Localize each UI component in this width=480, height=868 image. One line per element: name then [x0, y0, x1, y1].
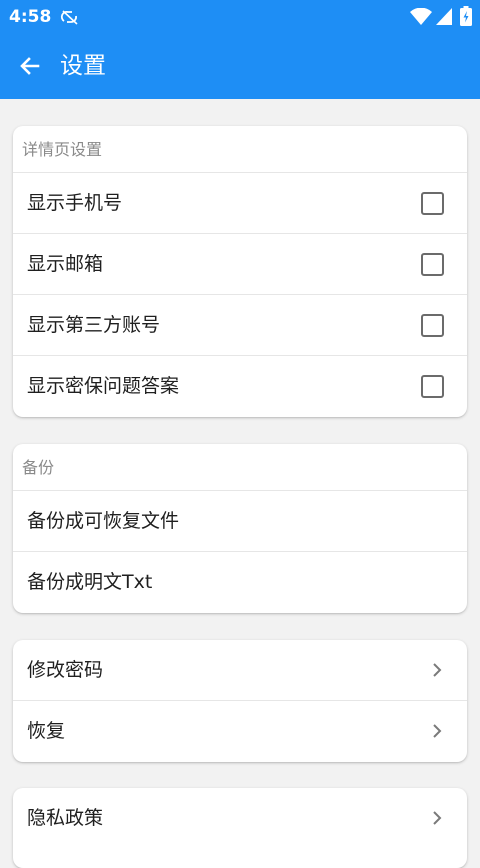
setting-row-show-phone[interactable]: 显示手机号 — [13, 173, 467, 234]
show-security-answer-checkbox[interactable] — [421, 375, 444, 398]
section-detail-settings: 详情页设置 显示手机号 显示邮箱 显示第三方账号 显示密保问题答案 — [13, 126, 467, 417]
arrow-left-icon — [20, 57, 40, 75]
section-header: 备份 — [13, 444, 467, 491]
battery-icon — [460, 6, 472, 26]
item-label: 备份成明文Txt — [27, 571, 153, 593]
setting-label: 显示邮箱 — [27, 253, 104, 275]
chevron-right-icon — [433, 663, 442, 677]
chevron-right-icon — [433, 811, 442, 825]
backup-plain-txt-item[interactable]: 备份成明文Txt — [13, 552, 467, 613]
show-email-checkbox[interactable] — [421, 253, 444, 276]
sync-off-icon — [60, 10, 78, 25]
top-bar: 4:58 设置 — [0, 0, 480, 99]
section-account: 修改密码 恢复 — [13, 640, 467, 762]
setting-label: 显示手机号 — [27, 192, 123, 214]
section-backup: 备份 备份成可恢复文件 备份成明文Txt — [13, 444, 467, 613]
show-phone-checkbox[interactable] — [421, 192, 444, 215]
change-password-item[interactable]: 修改密码 — [13, 640, 467, 701]
privacy-policy-item[interactable]: 隐私政策 — [13, 788, 467, 849]
item-label: 隐私政策 — [27, 807, 104, 829]
item-label: 备份成可恢复文件 — [27, 510, 180, 532]
setting-row-show-email[interactable]: 显示邮箱 — [13, 234, 467, 295]
wifi-icon — [410, 8, 432, 25]
section-about: 隐私政策 — [13, 788, 467, 868]
item-label: 恢复 — [27, 720, 66, 742]
status-time: 4:58 — [9, 7, 52, 27]
backup-restorable-file-item[interactable]: 备份成可恢复文件 — [13, 491, 467, 552]
chevron-right-icon — [433, 724, 442, 738]
setting-label: 显示密保问题答案 — [27, 375, 180, 397]
status-bar: 4:58 — [0, 0, 480, 34]
section-header: 详情页设置 — [13, 126, 467, 173]
restore-item[interactable]: 恢复 — [13, 701, 467, 762]
page-title: 设置 — [60, 53, 106, 79]
show-third-party-checkbox[interactable] — [421, 314, 444, 337]
setting-row-show-security-answer[interactable]: 显示密保问题答案 — [13, 356, 467, 417]
setting-label: 显示第三方账号 — [27, 314, 161, 336]
item-label: 修改密码 — [27, 659, 104, 681]
back-button[interactable] — [12, 48, 48, 84]
app-bar: 设置 — [0, 34, 480, 99]
setting-row-show-third-party[interactable]: 显示第三方账号 — [13, 295, 467, 356]
signal-icon — [436, 8, 452, 25]
